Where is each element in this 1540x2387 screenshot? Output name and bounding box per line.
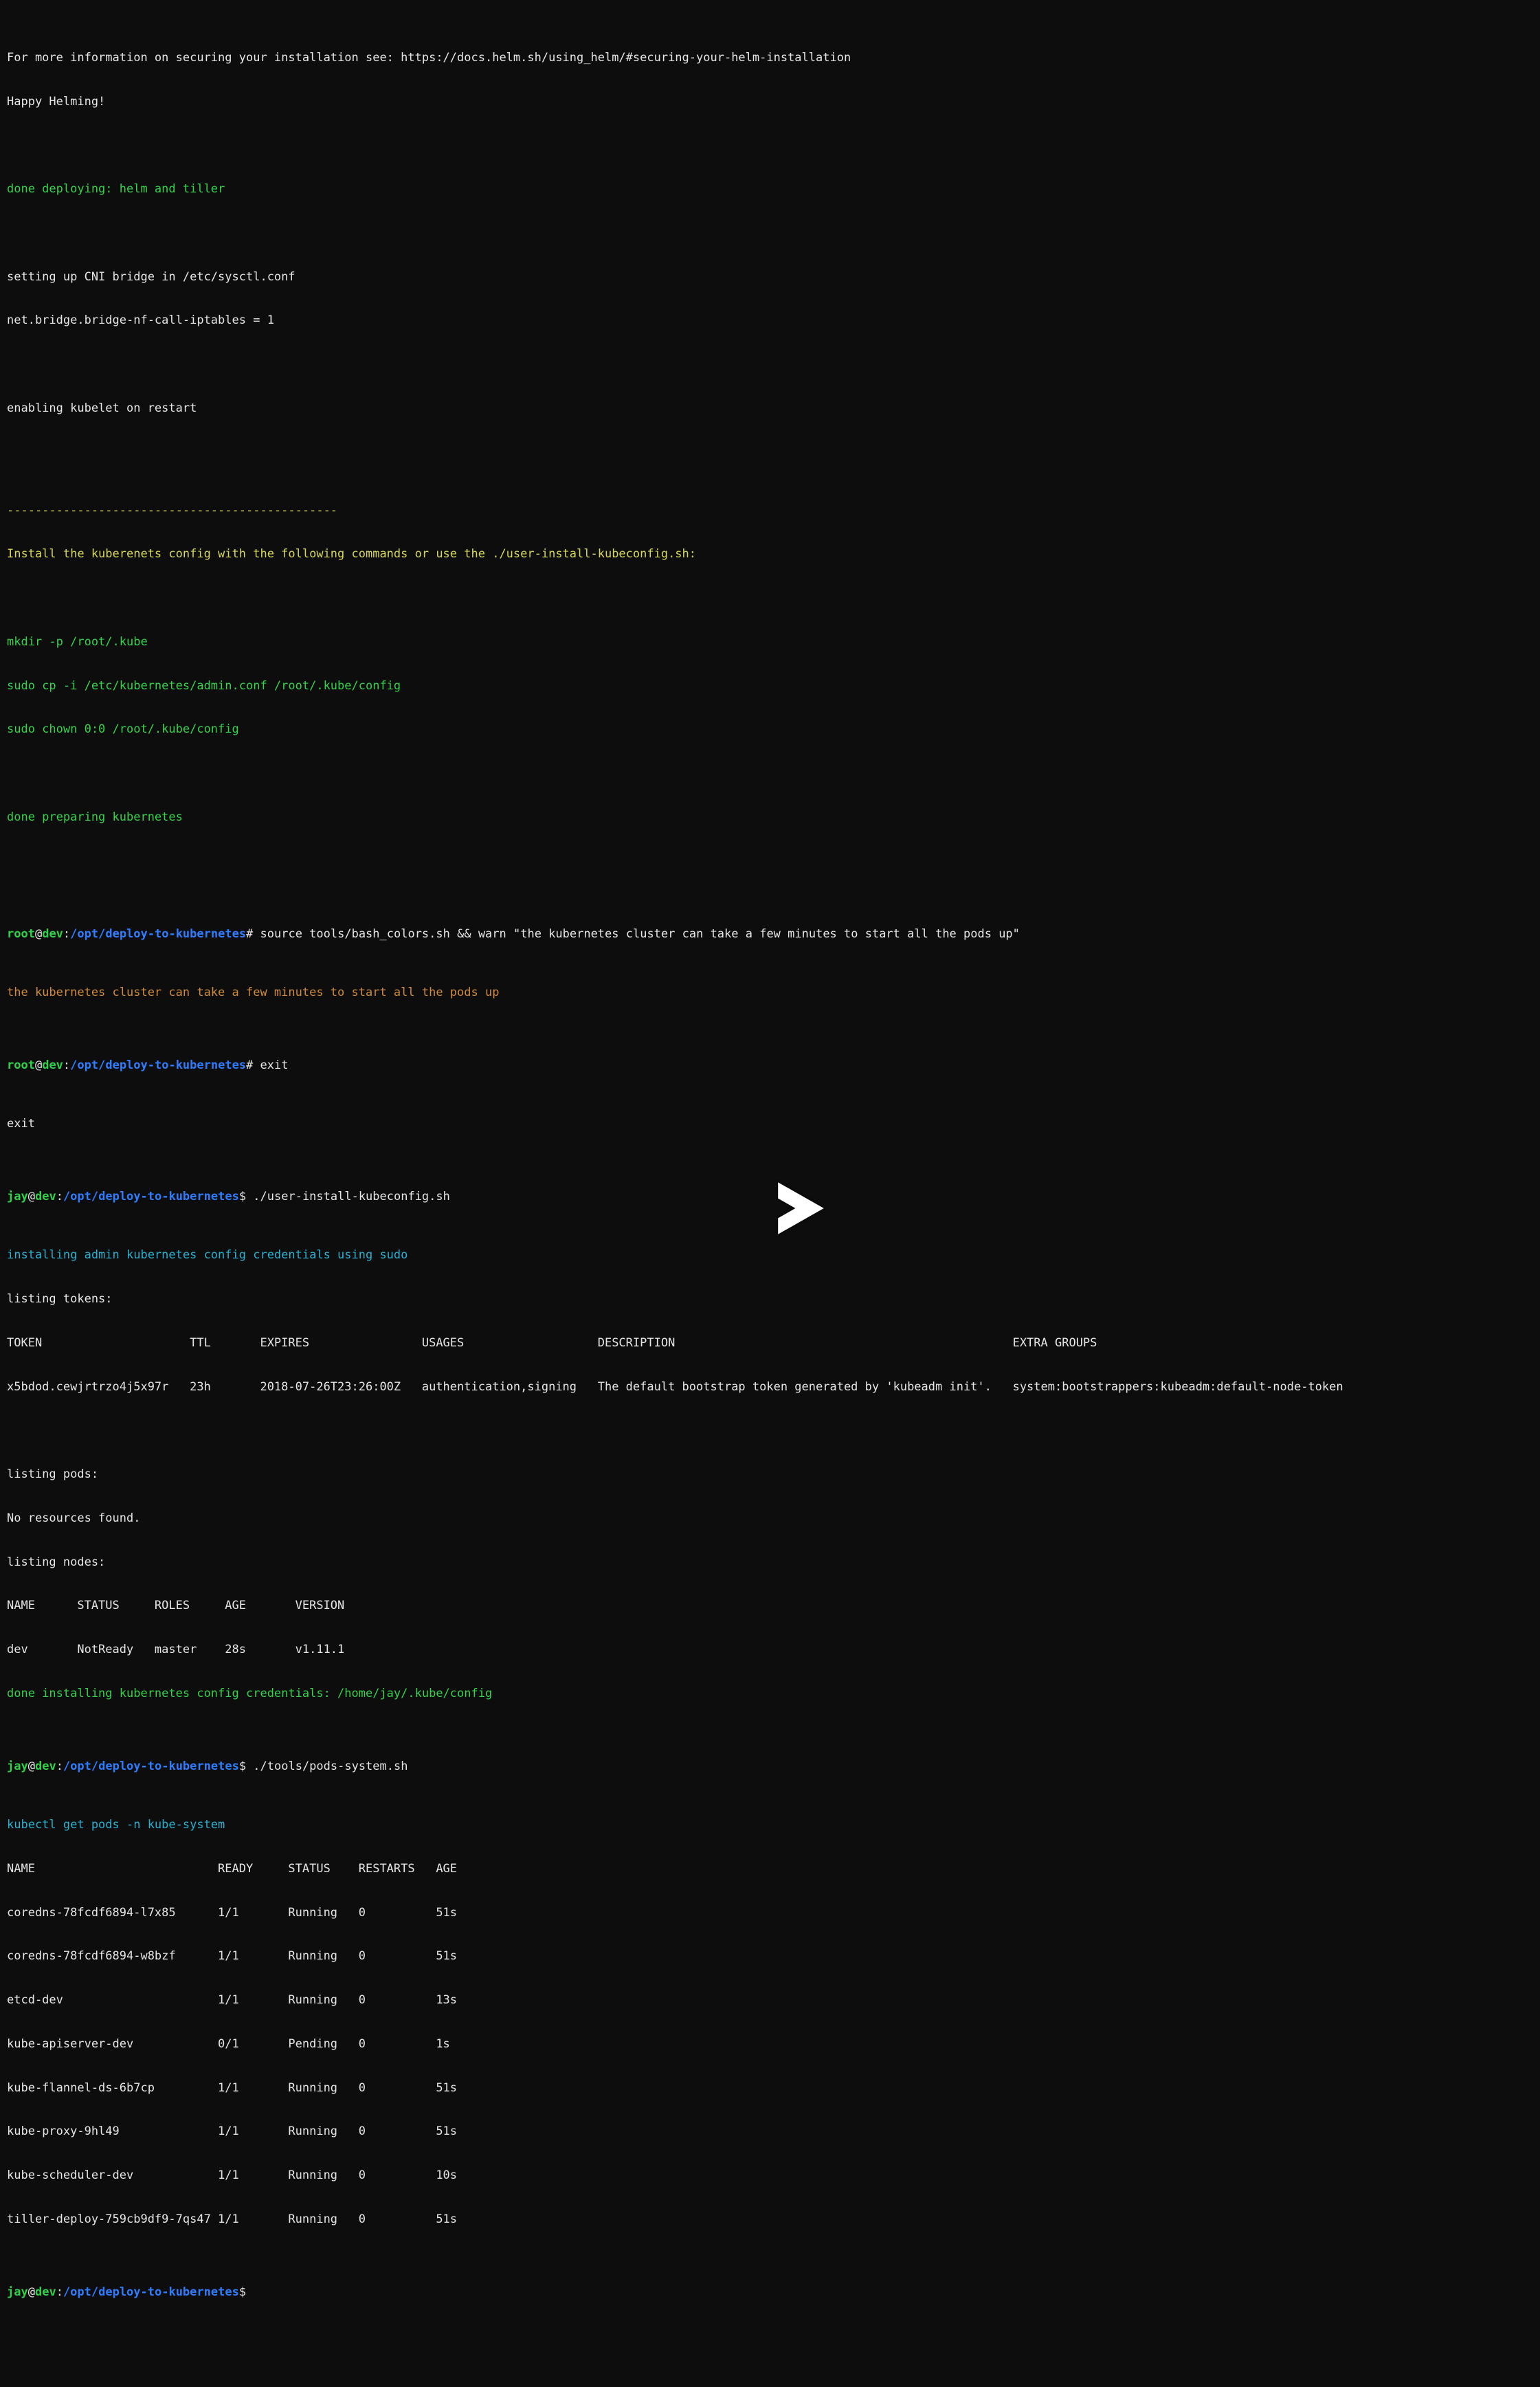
play-button[interactable] [739, 1162, 801, 1224]
shell-prompt-root: root@dev:/opt/deploy-to-kubernetes# exit [7, 1058, 1533, 1073]
terminal-output[interactable]: For more information on securing your in… [0, 0, 1540, 2387]
typed-command: exit [253, 1058, 288, 1072]
prompt-colon: : [63, 927, 70, 941]
divider-line: ----------------------------------------… [7, 504, 1533, 518]
prompt-host: dev [42, 1058, 63, 1072]
typed-command[interactable] [246, 2285, 253, 2299]
prompt-host: dev [35, 1759, 56, 1773]
output-line: net.bridge.bridge-nf-call-iptables = 1 [7, 313, 1533, 328]
prompt-colon: : [63, 1058, 70, 1072]
prompt-sigil: $ [239, 1759, 246, 1773]
play-icon [767, 1177, 829, 1239]
prompt-host: dev [42, 927, 63, 941]
prompt-path: /opt/deploy-to-kubernetes [63, 2285, 239, 2299]
blank-line [7, 766, 1533, 781]
prompt-path: /opt/deploy-to-kubernetes [70, 927, 246, 941]
prompt-sigil: $ [239, 1190, 246, 1203]
pods-row: kube-scheduler-dev 1/1 Running 0 10s [7, 2168, 1533, 2183]
prompt-at: @ [28, 2285, 35, 2299]
prompt-sigil: # [246, 927, 253, 941]
typed-command: ./user-install-kubeconfig.sh [246, 1190, 450, 1203]
nodes-header: NAME STATUS ROLES AGE VERSION [7, 1599, 1533, 1613]
pods-row: tiller-deploy-759cb9df9-7qs47 1/1 Runnin… [7, 2212, 1533, 2227]
output-line: Happy Helming! [7, 95, 1533, 109]
prompt-at: @ [35, 927, 42, 941]
typed-command: ./tools/pods-system.sh [246, 1759, 408, 1773]
pods-row: kube-apiserver-dev 0/1 Pending 0 1s [7, 2037, 1533, 2052]
prompt-user: root [7, 927, 35, 941]
status-done-prepare: done preparing kubernetes [7, 810, 1533, 825]
blank-line [7, 854, 1533, 869]
pods-row: kube-flannel-ds-6b7cp 1/1 Running 0 51s [7, 2081, 1533, 2096]
output-line: For more information on securing your in… [7, 51, 1533, 65]
instruction-line: Install the kuberenets config with the f… [7, 547, 1533, 562]
pods-header: NAME READY STATUS RESTARTS AGE [7, 1862, 1533, 1876]
output-line: setting up CNI bridge in /etc/sysctl.con… [7, 270, 1533, 285]
output-line: No resources found. [7, 1511, 1533, 1526]
suggested-command: sudo cp -i /etc/kubernetes/admin.conf /r… [7, 679, 1533, 693]
shell-prompt-jay-active[interactable]: jay@dev:/opt/deploy-to-kubernetes$ [7, 2285, 1533, 2300]
output-line: listing nodes: [7, 1555, 1533, 1570]
tokens-header: TOKEN TTL EXPIRES USAGES DESCRIPTION EXT… [7, 1336, 1533, 1351]
pods-row: coredns-78fcdf6894-w8bzf 1/1 Running 0 5… [7, 1949, 1533, 1964]
pods-row: kube-proxy-9hl49 1/1 Running 0 51s [7, 2124, 1533, 2139]
blank-line [7, 138, 1533, 153]
shell-prompt-root: root@dev:/opt/deploy-to-kubernetes# sour… [7, 927, 1533, 942]
prompt-colon: : [56, 1190, 63, 1203]
prompt-host: dev [35, 1190, 56, 1203]
output-line: exit [7, 1117, 1533, 1131]
prompt-sigil: # [246, 1058, 253, 1072]
tokens-row: x5bdod.cewjrtrzo4j5x97r 23h 2018-07-26T2… [7, 1380, 1533, 1395]
prompt-user: jay [7, 1759, 28, 1773]
typed-command: source tools/bash_colors.sh && warn "the… [253, 927, 1020, 941]
blank-line [7, 226, 1533, 241]
prompt-colon: : [56, 2285, 63, 2299]
pods-row: etcd-dev 1/1 Running 0 13s [7, 1993, 1533, 2008]
blank-line [7, 591, 1533, 606]
prompt-path: /opt/deploy-to-kubernetes [63, 1759, 239, 1773]
prompt-user: jay [7, 1190, 28, 1203]
prompt-host: dev [35, 2285, 56, 2299]
prompt-at: @ [28, 1759, 35, 1773]
blank-line [7, 1423, 1533, 1438]
warn-output: the kubernetes cluster can take a few mi… [7, 986, 1533, 1000]
shell-prompt-jay: jay@dev:/opt/deploy-to-kubernetes$ ./too… [7, 1759, 1533, 1774]
suggested-command: sudo chown 0:0 /root/.kube/config [7, 722, 1533, 737]
prompt-path: /opt/deploy-to-kubernetes [70, 1058, 246, 1072]
output-line: listing pods: [7, 1467, 1533, 1482]
prompt-at: @ [35, 1058, 42, 1072]
blank-line [7, 445, 1533, 460]
prompt-user: jay [7, 2285, 28, 2299]
prompt-user: root [7, 1058, 35, 1072]
prompt-colon: : [56, 1759, 63, 1773]
prompt-at: @ [28, 1190, 35, 1203]
status-installing: installing admin kubernetes config crede… [7, 1248, 1533, 1263]
status-done-install: done installing kubernetes config creden… [7, 1687, 1533, 1701]
output-line: listing tokens: [7, 1292, 1533, 1307]
blank-line [7, 357, 1533, 372]
suggested-command: mkdir -p /root/.kube [7, 635, 1533, 650]
prompt-sigil: $ [239, 2285, 246, 2299]
output-line: enabling kubelet on restart [7, 401, 1533, 416]
pods-row: coredns-78fcdf6894-l7x85 1/1 Running 0 5… [7, 1906, 1533, 1920]
status-done-deploy: done deploying: helm and tiller [7, 182, 1533, 197]
prompt-path: /opt/deploy-to-kubernetes [63, 1190, 239, 1203]
kubectl-echo: kubectl get pods -n kube-system [7, 1818, 1533, 1832]
nodes-row: dev NotReady master 28s v1.11.1 [7, 1643, 1533, 1657]
